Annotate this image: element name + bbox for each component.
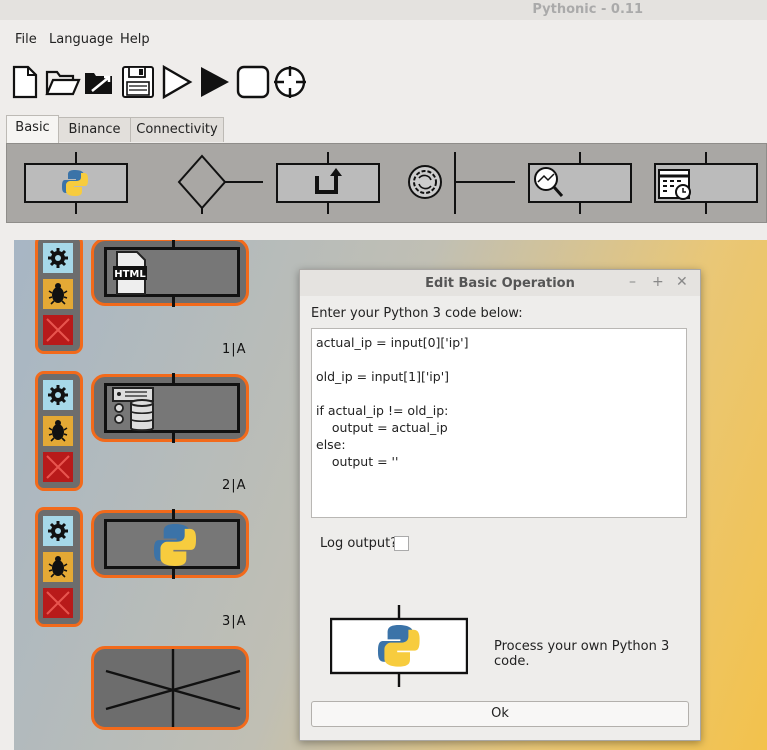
ok-button[interactable]: Ok — [311, 701, 689, 727]
debug-bug-icon[interactable] — [43, 279, 73, 309]
tab-basic[interactable]: Basic — [6, 115, 59, 144]
grid-position-label: 3|A — [222, 614, 247, 629]
code-line: if actual_ip != old_ip: — [316, 403, 449, 418]
edit-basic-operation-dialog: Edit Basic Operation – + ✕ Enter your Py… — [299, 269, 701, 741]
element-controls-2 — [35, 371, 83, 491]
debug-run-icon[interactable] — [160, 64, 196, 102]
new-file-icon[interactable] — [10, 64, 46, 102]
grid-position-label: 1|A — [222, 342, 247, 357]
basic-operation-preview — [329, 605, 469, 687]
grid-position-label: 2|A — [222, 478, 247, 493]
element-block-3[interactable] — [91, 509, 249, 579]
log-output-label: Log output? — [320, 536, 398, 551]
element-controls-1 — [35, 240, 83, 354]
element-body-1: HTML — [104, 247, 240, 297]
code-editor[interactable]: actual_ip = input[0]['ip'] old_ip = inpu… — [311, 328, 687, 518]
operation-description: Process your own Python 3 code. — [494, 639, 670, 669]
minimize-icon[interactable]: – — [629, 274, 636, 290]
menu-file[interactable]: File — [15, 32, 37, 47]
element-block-1[interactable]: HTML — [91, 240, 249, 307]
tab-binance[interactable]: Binance — [58, 117, 131, 142]
code-line: output = actual_ip — [316, 420, 448, 435]
open-folder-icon[interactable] — [45, 64, 81, 102]
palette-scheduler-eval[interactable] — [528, 152, 634, 218]
open-recent-icon[interactable] — [82, 64, 118, 102]
element-body-3 — [104, 519, 240, 569]
element-block-2[interactable] — [91, 373, 249, 443]
stop-icon[interactable] — [235, 64, 271, 102]
gear-icon[interactable] — [43, 243, 73, 273]
code-line: output = '' — [316, 454, 399, 469]
database-icon — [112, 387, 154, 432]
code-line: else: — [316, 437, 346, 452]
element-palette — [6, 143, 767, 223]
title-bar: Pythonic - 0.11 — [0, 0, 767, 20]
dialog-title-bar: Edit Basic Operation – + ✕ — [300, 270, 700, 296]
delete-icon[interactable] — [43, 588, 73, 618]
palette-process[interactable] — [403, 152, 519, 218]
delete-icon[interactable] — [43, 452, 73, 482]
html-icon: HTML — [113, 251, 147, 295]
save-icon[interactable] — [120, 64, 156, 102]
dialog-title: Edit Basic Operation — [425, 276, 575, 291]
close-icon[interactable]: ✕ — [676, 274, 688, 290]
code-prompt-label: Enter your Python 3 code below: — [311, 306, 523, 321]
gear-icon[interactable] — [43, 380, 73, 410]
palette-return[interactable] — [276, 152, 382, 218]
element-controls-3 — [35, 507, 83, 627]
empty-placeholder-block[interactable] — [91, 646, 249, 730]
svg-text:HTML: HTML — [114, 269, 146, 280]
debug-bug-icon[interactable] — [43, 552, 73, 582]
run-icon[interactable] — [198, 64, 234, 102]
maximize-icon[interactable]: + — [652, 274, 664, 290]
code-line: old_ip = input[1]['ip'] — [316, 369, 450, 384]
gear-icon[interactable] — [43, 516, 73, 546]
delete-icon[interactable] — [43, 315, 73, 345]
palette-basic-operation[interactable] — [24, 152, 130, 218]
menu-language[interactable]: Language — [49, 32, 113, 47]
window-title: Pythonic - 0.11 — [532, 2, 643, 17]
palette-scheduler[interactable] — [654, 152, 760, 218]
element-body-2 — [104, 383, 240, 433]
log-output-checkbox[interactable] — [394, 536, 409, 551]
tab-connectivity[interactable]: Connectivity — [130, 117, 224, 142]
menu-help[interactable]: Help — [120, 32, 150, 47]
code-line: actual_ip = input[0]['ip'] — [316, 335, 469, 350]
kill-process-icon[interactable] — [272, 64, 308, 102]
python-logo-icon — [154, 524, 196, 566]
debug-bug-icon[interactable] — [43, 416, 73, 446]
palette-branch[interactable] — [177, 154, 267, 218]
